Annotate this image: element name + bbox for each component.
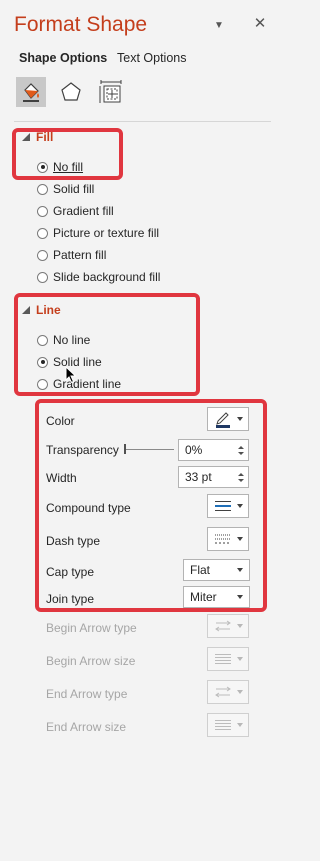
pen-color-icon — [216, 412, 230, 428]
effects-icon — [61, 82, 81, 101]
compound-type-label: Compound type — [46, 501, 131, 515]
line-heading: Line — [36, 303, 61, 317]
option-label: Solid fill — [53, 182, 95, 196]
mouse-cursor-icon — [65, 366, 77, 384]
option-label: No line — [53, 333, 91, 347]
line-section-header[interactable]: Line — [22, 303, 61, 317]
option-label: Solid line — [53, 355, 102, 369]
option-label: Gradient fill — [53, 204, 114, 218]
fill-line-icon — [23, 83, 39, 102]
fill-option-picture-fill[interactable]: Picture or texture fill — [37, 226, 159, 240]
radio-button[interactable] — [37, 356, 48, 368]
width-spinner[interactable]: 33 pt — [178, 466, 249, 488]
cap-type-label: Cap type — [46, 565, 95, 579]
fill-option-gradient-fill[interactable]: Gradient fill — [37, 204, 114, 218]
spin-down-icon[interactable] — [238, 478, 244, 482]
radio-button[interactable] — [37, 334, 48, 346]
width-value[interactable]: 33 pt — [185, 470, 212, 484]
divider — [14, 121, 271, 122]
chevron-down-icon — [237, 417, 243, 421]
size-properties-icon-button[interactable] — [96, 77, 126, 107]
radio-button[interactable] — [37, 271, 48, 283]
collapse-triangle-icon — [22, 133, 30, 141]
radio-button[interactable] — [37, 378, 48, 390]
transparency-label: Transparency — [46, 443, 119, 457]
chevron-down-icon — [237, 690, 243, 694]
join-type-value: Miter — [190, 590, 217, 604]
transparency-value[interactable]: 0% — [185, 443, 202, 457]
line-option-gradient-line[interactable]: Gradient line — [37, 377, 121, 391]
radio-button[interactable] — [37, 249, 48, 261]
arrow-type-icon — [215, 620, 231, 632]
tab-shape-options[interactable]: Shape Options — [19, 51, 107, 65]
compound-lines-icon — [215, 501, 231, 511]
chevron-down-icon — [237, 657, 243, 661]
spin-up-icon[interactable] — [238, 472, 244, 476]
fill-section-header[interactable]: Fill — [22, 130, 53, 144]
close-icon[interactable]: ✕ — [252, 15, 268, 32]
fill-option-no-fill[interactable]: No fill — [37, 160, 83, 174]
line-option-no-line[interactable]: No line — [37, 333, 90, 347]
fill-line-icon-button[interactable] — [16, 77, 46, 107]
option-label: Gradient line — [53, 377, 122, 391]
transparency-slider[interactable] — [124, 444, 174, 456]
fill-heading: Fill — [36, 130, 54, 144]
option-label: Picture or texture fill — [53, 226, 160, 240]
radio-button[interactable] — [37, 161, 48, 173]
width-label: Width — [46, 471, 77, 485]
size-properties-icon — [99, 80, 122, 103]
fill-option-slide-background-fill[interactable]: Slide background fill — [37, 270, 160, 284]
transparency-spinner[interactable]: 0% — [178, 439, 249, 461]
end-arrow-size-label: End Arrow size — [46, 720, 127, 734]
cap-type-value: Flat — [190, 563, 211, 577]
begin-arrow-size-dropdown[interactable] — [207, 647, 249, 671]
fill-option-pattern-fill[interactable]: Pattern fill — [37, 248, 106, 262]
collapse-triangle-icon — [22, 306, 30, 314]
spin-up-icon[interactable] — [238, 445, 244, 449]
begin-arrow-type-label: Begin Arrow type — [46, 621, 137, 635]
tab-text-options[interactable]: Text Options — [117, 51, 186, 65]
arrow-type-icon — [215, 686, 231, 698]
join-type-dropdown[interactable]: Miter — [183, 586, 250, 608]
begin-arrow-size-label: Begin Arrow size — [46, 654, 136, 668]
chevron-down-icon — [237, 624, 243, 628]
radio-button[interactable] — [37, 227, 48, 239]
chevron-down-icon — [237, 595, 243, 599]
fill-option-solid-fill[interactable]: Solid fill — [37, 182, 94, 196]
end-arrow-type-dropdown[interactable] — [207, 680, 249, 704]
line-color-dropdown[interactable] — [207, 407, 249, 431]
cap-type-dropdown[interactable]: Flat — [183, 559, 250, 581]
chevron-down-icon — [237, 537, 243, 541]
dash-type-dropdown[interactable] — [207, 527, 249, 551]
option-label: Pattern fill — [53, 248, 107, 262]
pane-options-dropdown-icon[interactable]: ▼ — [211, 17, 227, 33]
option-label: No fill — [53, 160, 84, 174]
spin-down-icon[interactable] — [238, 451, 244, 455]
effects-icon-button[interactable] — [56, 77, 86, 107]
arrow-size-icon — [215, 654, 231, 664]
arrow-size-icon — [215, 720, 231, 730]
compound-type-dropdown[interactable] — [207, 494, 249, 518]
color-label: Color — [46, 414, 75, 428]
chevron-down-icon — [237, 723, 243, 727]
end-arrow-size-dropdown[interactable] — [207, 713, 249, 737]
option-label: Slide background fill — [53, 270, 161, 284]
dash-lines-icon — [215, 534, 231, 544]
join-type-label: Join type — [46, 592, 95, 606]
radio-button[interactable] — [37, 205, 48, 217]
slider-track — [126, 449, 174, 450]
width-label-text: Width — [46, 471, 77, 485]
chevron-down-icon — [237, 504, 243, 508]
pane-title: Format Shape — [14, 13, 148, 36]
begin-arrow-type-dropdown[interactable] — [207, 614, 249, 638]
radio-button[interactable] — [37, 183, 48, 195]
chevron-down-icon — [237, 568, 243, 572]
dash-type-label: Dash type — [46, 534, 101, 548]
end-arrow-type-label: End Arrow type — [46, 687, 128, 701]
